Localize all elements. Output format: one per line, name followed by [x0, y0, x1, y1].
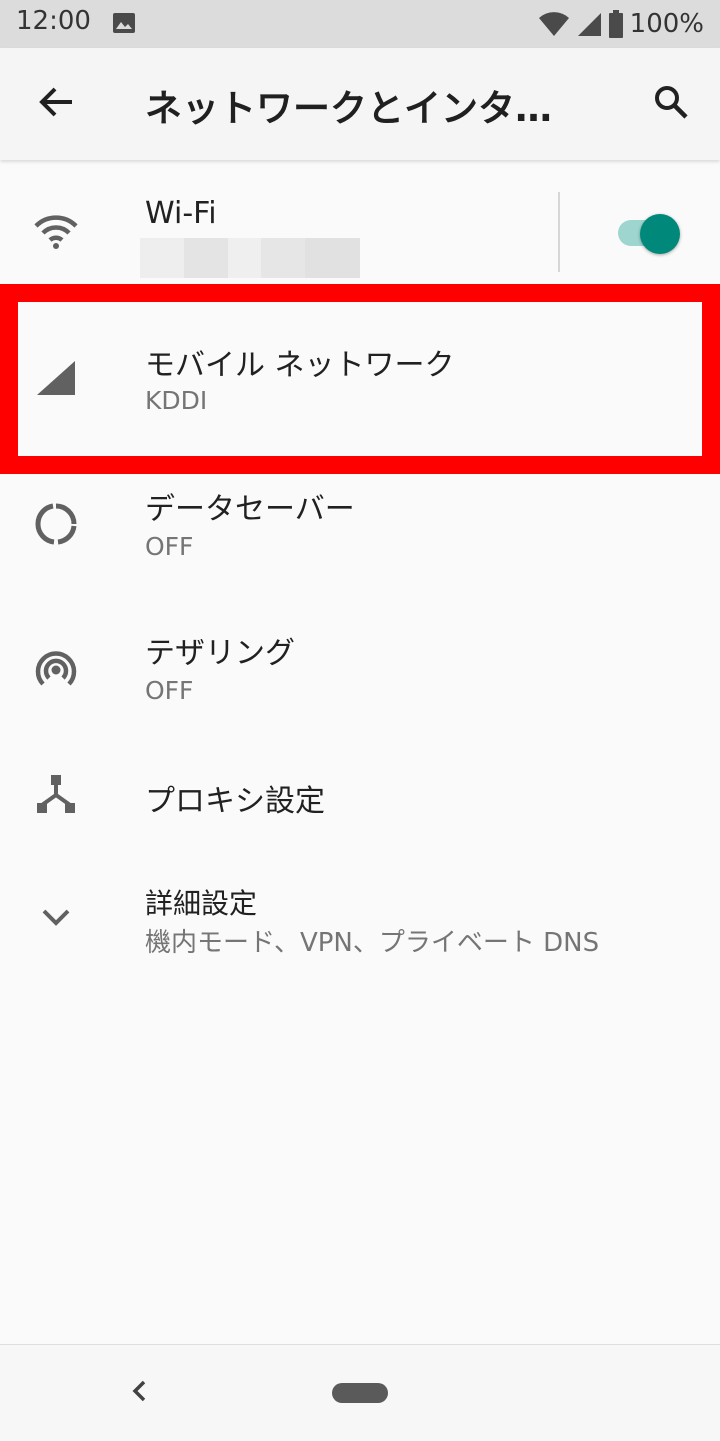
advanced-title: 詳細設定 — [145, 887, 258, 920]
hotspot-icon — [28, 642, 84, 698]
navigation-bar — [0, 1344, 720, 1441]
wifi-network-name-blurred — [140, 238, 360, 278]
cell-signal-icon — [28, 350, 84, 406]
tethering-title: テザリング — [145, 636, 295, 671]
advanced-subtitle: 機内モード、VPN、プライベート DNS — [145, 928, 600, 958]
data-saver-title: データセーバー — [145, 492, 355, 527]
toggle-thumb — [640, 214, 680, 254]
app-bar: ネットワークとインターネット — [0, 48, 720, 160]
tethering-subtitle: OFF — [145, 676, 194, 705]
chevron-down-icon — [28, 890, 84, 946]
nav-back-icon — [130, 1379, 148, 1407]
status-time: 12:00 — [16, 6, 91, 36]
status-right: 100% — [538, 6, 704, 42]
data-saver-row[interactable]: データセーバー OFF — [0, 474, 720, 590]
advanced-row[interactable]: 詳細設定 機内モード、VPN、プライベート DNS — [0, 866, 720, 978]
image-icon — [112, 11, 136, 39]
back-arrow-icon — [38, 86, 74, 122]
wifi-title: Wi-Fi — [145, 196, 217, 231]
back-button[interactable] — [30, 82, 82, 126]
home-pill[interactable] — [332, 1383, 388, 1403]
mobile-network-title: モバイル ネットワーク — [145, 348, 455, 383]
wifi-row[interactable]: Wi-Fi — [0, 160, 720, 284]
tethering-row[interactable]: テザリング OFF — [0, 620, 720, 740]
search-icon — [653, 84, 689, 124]
wifi-toggle[interactable] — [616, 214, 682, 254]
data-saver-icon — [28, 496, 84, 552]
mobile-network-subtitle: KDDI — [145, 386, 208, 415]
divider — [558, 192, 560, 272]
proxy-row[interactable]: プロキシ設定 — [0, 748, 720, 844]
battery-percent: 100% — [629, 9, 704, 39]
battery-icon — [608, 10, 630, 38]
nav-back-button[interactable] — [124, 1375, 154, 1411]
wifi-icon — [538, 11, 576, 37]
proxy-title: プロキシ設定 — [145, 784, 325, 819]
data-saver-subtitle: OFF — [145, 532, 194, 561]
cell-signal-icon — [576, 11, 608, 37]
status-bar: 12:00 100% — [0, 0, 720, 48]
mobile-network-row[interactable]: モバイル ネットワーク KDDI — [0, 300, 720, 456]
wifi-icon — [28, 204, 84, 260]
page-title: ネットワークとインターネット — [145, 87, 585, 130]
search-button[interactable] — [645, 82, 697, 126]
proxy-icon — [28, 766, 84, 822]
